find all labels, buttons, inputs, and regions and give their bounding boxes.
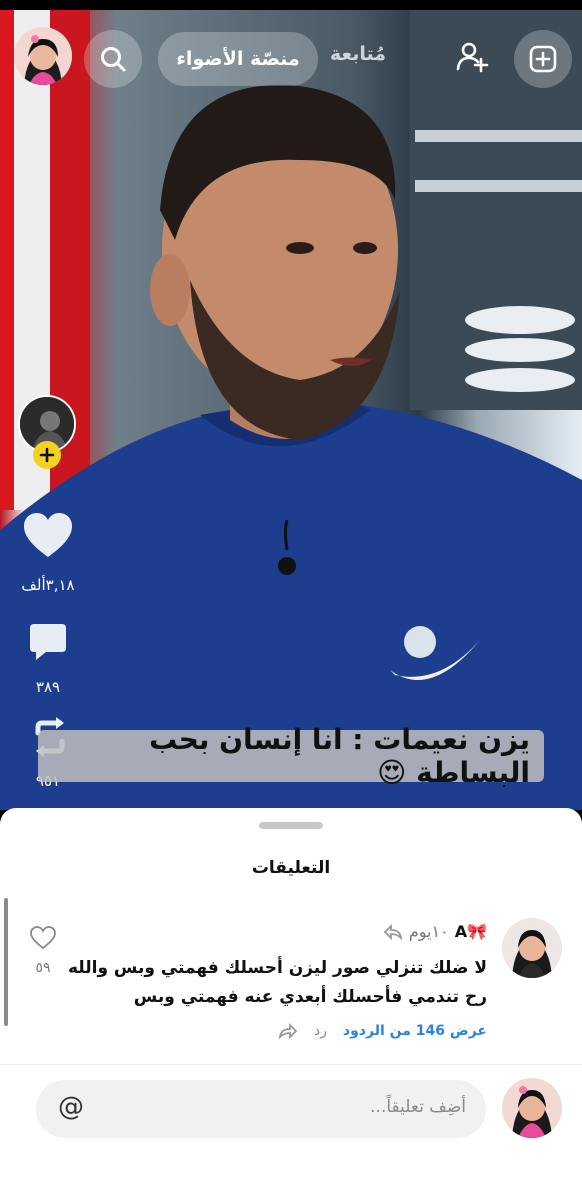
search-button[interactable]: [84, 30, 142, 88]
comment-time: ١٠يوم: [408, 922, 449, 941]
share-arrow-icon[interactable]: [278, 1023, 298, 1039]
create-button[interactable]: [514, 30, 572, 88]
comment-input[interactable]: @ أضِف تعليقاً...: [36, 1080, 486, 1138]
add-friend-icon: [456, 42, 489, 73]
avatar-icon: [502, 1078, 562, 1138]
tab-spotlight-label: منصّة الأضواء: [176, 48, 300, 70]
video-frame: [0, 10, 582, 810]
scrollbar[interactable]: [4, 898, 8, 1026]
comment-icon: [30, 624, 66, 660]
sheet-title: التعليقات: [251, 858, 331, 878]
comment-text-line1: لا ضلك تنزلي صور ليزن أحسلك فهمتي وبس وا…: [67, 958, 487, 978]
follow-badge[interactable]: [33, 441, 61, 469]
heart-outline-icon: [30, 926, 56, 950]
avatar-icon: [502, 918, 562, 978]
like-button[interactable]: [22, 512, 74, 562]
tab-spotlight[interactable]: منصّة الأضواء: [158, 32, 318, 86]
avatar-icon: [14, 27, 72, 85]
add-friend-button[interactable]: [448, 32, 496, 80]
comment-like-button[interactable]: [30, 926, 56, 950]
comment-username[interactable]: 🎀A: [455, 922, 487, 941]
comment-text: لا ضلك تنزلي صور ليزن أحسلك فهمتي وبس وا…: [67, 954, 487, 1012]
video-caption: يزن نعيمات : انا إنسان بحب البساطة 😍: [38, 723, 544, 789]
mention-button[interactable]: @: [58, 1092, 84, 1122]
divider: [0, 1064, 582, 1065]
comment-meta: 🎀A ١٠يوم: [383, 922, 487, 941]
video-player[interactable]: منصّة الأضواء مُتابعة ٣,١٨ألف ٣٨٩ يزن نع…: [0, 10, 582, 810]
comments-count: ٣٨٩: [35, 678, 61, 696]
reply-row: عرض 146 من الردود رد: [278, 1023, 487, 1039]
comment-like-count: ٥٩: [35, 960, 51, 976]
comment-button[interactable]: [28, 622, 70, 664]
reply-button[interactable]: رد: [314, 1023, 327, 1039]
search-icon: [101, 47, 126, 72]
sheet-drag-handle[interactable]: [259, 822, 323, 829]
commenter-avatar[interactable]: [502, 918, 562, 978]
heart-icon: [24, 513, 72, 557]
status-bar: [0, 0, 582, 10]
likes-count: ٣,١٨ألف: [21, 576, 75, 594]
plus-square-icon: [529, 45, 557, 73]
plus-icon: [39, 447, 55, 463]
comment-text-line2: رح تندمي فأحسلك أبعدي عنه فهمتي وبس: [133, 987, 487, 1007]
tab-following[interactable]: مُتابعة: [330, 43, 386, 65]
comment-input-placeholder: أضِف تعليقاً...: [370, 1097, 466, 1117]
reply-arrow-icon: [383, 923, 403, 940]
profile-avatar[interactable]: [14, 27, 72, 85]
my-avatar[interactable]: [502, 1078, 562, 1138]
comments-sheet: التعليقات 🎀A ١٠يوم لا ضلك تنزلي صور ليزن…: [0, 808, 582, 1200]
view-replies-link[interactable]: عرض 146 من الردود: [343, 1023, 487, 1039]
